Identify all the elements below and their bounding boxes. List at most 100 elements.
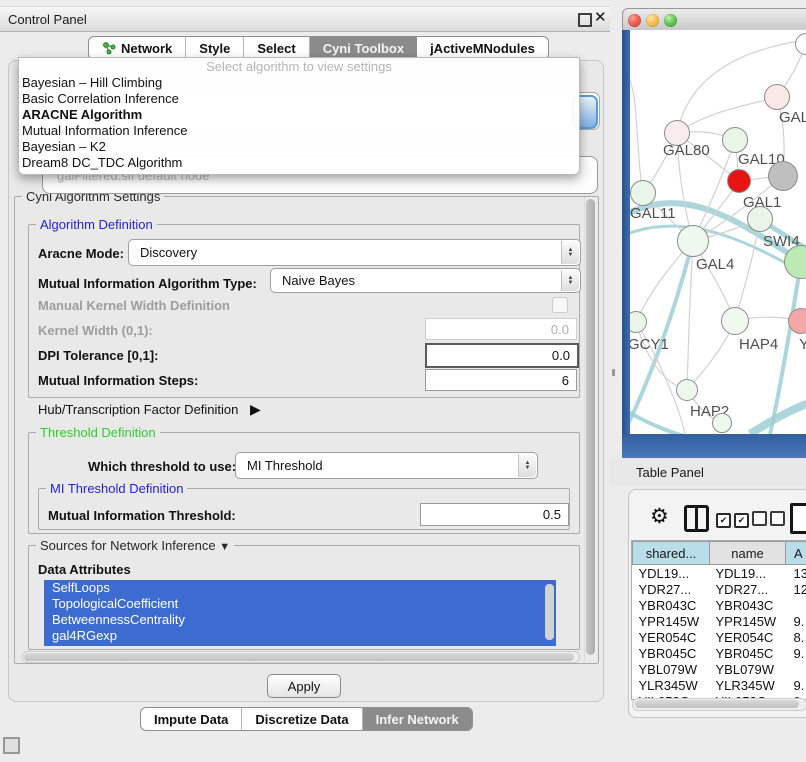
- settings-hscrollbar[interactable]: [22, 651, 580, 663]
- table-row[interactable]: YBR045CYBR045C9.: [633, 645, 806, 661]
- node-label: GAL11: [630, 205, 676, 222]
- table-cell[interactable]: [786, 597, 806, 613]
- algorithm-option[interactable]: Dream8 DC_TDC Algorithm: [19, 155, 579, 171]
- tab-infer-network[interactable]: Infer Network: [363, 708, 472, 730]
- table-cell[interactable]: YBR045C: [633, 645, 710, 661]
- table-cell[interactable]: [786, 661, 806, 677]
- table-cell[interactable]: 9.: [786, 613, 806, 629]
- table-cell[interactable]: 12: [786, 581, 806, 597]
- network-node[interactable]: [712, 413, 732, 433]
- algorithm-option[interactable]: Mutual Information Inference: [19, 123, 579, 139]
- table-hscrollbar-thumb[interactable]: [635, 700, 799, 708]
- data-attributes-list[interactable]: SelfLoopsTopologicalCoefficientBetweenne…: [44, 580, 556, 646]
- apply-button[interactable]: Apply: [267, 674, 341, 698]
- tab-select[interactable]: Select: [244, 37, 309, 59]
- tab-jactivemnodules[interactable]: jActiveMNodules: [417, 37, 548, 59]
- table-cell[interactable]: YLR345W: [633, 677, 710, 693]
- network-node[interactable]: [677, 225, 709, 257]
- settings-hscrollbar-thumb[interactable]: [24, 653, 574, 661]
- table-cell[interactable]: YLR345W: [710, 677, 786, 693]
- mi-threshold-field[interactable]: 0.5: [420, 503, 569, 526]
- column-header-name[interactable]: name: [710, 542, 786, 565]
- which-threshold-combobox[interactable]: MI Threshold ▲▼: [235, 452, 538, 479]
- table-row[interactable]: YBR043CYBR043C: [633, 597, 806, 613]
- table-cell[interactable]: YBR043C: [710, 597, 786, 613]
- tab-cyni-toolbox[interactable]: Cyni Toolbox: [310, 37, 417, 59]
- minimize-traffic-light-icon[interactable]: [646, 14, 659, 27]
- network-node[interactable]: [721, 307, 749, 335]
- table-hscrollbar[interactable]: [632, 698, 806, 711]
- attribute-list-item[interactable]: SelfLoops: [44, 580, 556, 596]
- network-node[interactable]: [764, 84, 790, 110]
- float-window-icon[interactable]: [578, 13, 592, 27]
- tab-discretize-data[interactable]: Discretize Data: [242, 708, 362, 730]
- docked-panel-icon[interactable]: [3, 737, 20, 754]
- table-row[interactable]: YDR27...YDR27...12: [633, 581, 806, 597]
- attribute-list-item[interactable]: BetweennessCentrality: [44, 612, 556, 628]
- node-label: Y: [799, 336, 806, 353]
- attribute-list-scrollbar-thumb[interactable]: [545, 584, 554, 640]
- table-cell[interactable]: YER054C: [710, 629, 786, 645]
- attribute-list-item[interactable]: gal4RGexp: [44, 628, 556, 644]
- data-attributes-label: Data Attributes: [38, 562, 131, 577]
- algorithm-option[interactable]: Bayesian – K2: [19, 139, 579, 155]
- split-pane-handle[interactable]: [612, 369, 615, 376]
- table-cell[interactable]: YDL19...: [633, 565, 710, 582]
- table-cell[interactable]: YDR27...: [710, 581, 786, 597]
- table-cell[interactable]: YPR145W: [710, 613, 786, 629]
- attribute-list-item[interactable]: TopologicalCoefficient: [44, 596, 556, 612]
- table-cell[interactable]: 9.: [786, 677, 806, 693]
- algorithm-option[interactable]: Bayesian – Hill Climbing: [19, 75, 579, 91]
- algorithm-option[interactable]: ARACNE Algorithm: [19, 107, 579, 123]
- settings-scrollbar-thumb[interactable]: [586, 199, 595, 655]
- gear-icon[interactable]: ⚙: [650, 504, 669, 529]
- network-node[interactable]: [630, 180, 656, 206]
- network-node[interactable]: [747, 206, 773, 232]
- table-cell[interactable]: YDR27...: [633, 581, 710, 597]
- mi-algorithm-type-combobox[interactable]: Naive Bayes ▲▼: [270, 268, 581, 293]
- table-row[interactable]: YPR145WYPR145W9.: [633, 613, 806, 629]
- tab-style[interactable]: Style: [186, 37, 244, 59]
- threshold-definition-title: Threshold Definition: [36, 425, 160, 440]
- node-table[interactable]: shared... name A YDL19...YDL19...13YDR27…: [631, 540, 806, 700]
- table-row[interactable]: YBL079WYBL079W: [633, 661, 806, 677]
- table-cell[interactable]: YDL19...: [710, 565, 786, 582]
- table-row[interactable]: YER054CYER054C8.: [633, 629, 806, 645]
- network-canvas[interactable]: GALGAL80GAL10GAL1GAL11SWI4GAL4GCY1HAP4YH…: [630, 30, 806, 434]
- table-row[interactable]: YLR345WYLR345W9.: [633, 677, 806, 693]
- kernel-width-field[interactable]: 0.0: [425, 318, 577, 340]
- aracne-mode-combobox[interactable]: Discovery ▲▼: [128, 239, 581, 266]
- table-cell[interactable]: YBR045C: [710, 645, 786, 661]
- table-cell[interactable]: YBL079W: [633, 661, 710, 677]
- table-cell[interactable]: YBL079W: [710, 661, 786, 677]
- hub-definition-toggle[interactable]: Hub/Transcription Factor Definition ▶: [38, 401, 261, 418]
- table-cell[interactable]: YBR043C: [633, 597, 710, 613]
- table-cell[interactable]: 13: [786, 565, 806, 582]
- table-cell[interactable]: YPR145W: [633, 613, 710, 629]
- table-cell[interactable]: YER054C: [633, 629, 710, 645]
- columns-icon[interactable]: [684, 505, 709, 532]
- network-node[interactable]: [727, 169, 751, 193]
- algorithm-option[interactable]: Basic Correlation Inference: [19, 91, 579, 107]
- new-table-icon[interactable]: [790, 503, 806, 534]
- settings-scrollbar[interactable]: [584, 197, 597, 661]
- manual-kernel-width-checkbox[interactable]: [552, 297, 568, 313]
- table-row[interactable]: YDL19...YDL19...13: [633, 565, 806, 582]
- table-cell[interactable]: 8.: [786, 629, 806, 645]
- network-node[interactable]: [722, 127, 748, 153]
- select-all-columns-icon[interactable]: ✔✔: [716, 511, 752, 528]
- mi-steps-field[interactable]: 6: [425, 369, 577, 391]
- column-header-shared-name[interactable]: shared...: [633, 542, 710, 565]
- tab-network[interactable]: Network: [89, 37, 186, 59]
- close-icon[interactable]: ✕: [594, 8, 607, 26]
- network-window-frame: [622, 434, 806, 458]
- table-cell[interactable]: 9.: [786, 645, 806, 661]
- network-node[interactable]: [768, 161, 798, 191]
- column-header-third[interactable]: A: [786, 542, 806, 565]
- dpi-tolerance-field[interactable]: 0.0: [425, 343, 579, 368]
- deselect-all-columns-icon[interactable]: [752, 511, 788, 529]
- zoom-traffic-light-icon[interactable]: [664, 14, 677, 27]
- tab-impute-data[interactable]: Impute Data: [141, 708, 242, 730]
- close-traffic-light-icon[interactable]: [628, 14, 641, 27]
- network-node[interactable]: [676, 379, 698, 401]
